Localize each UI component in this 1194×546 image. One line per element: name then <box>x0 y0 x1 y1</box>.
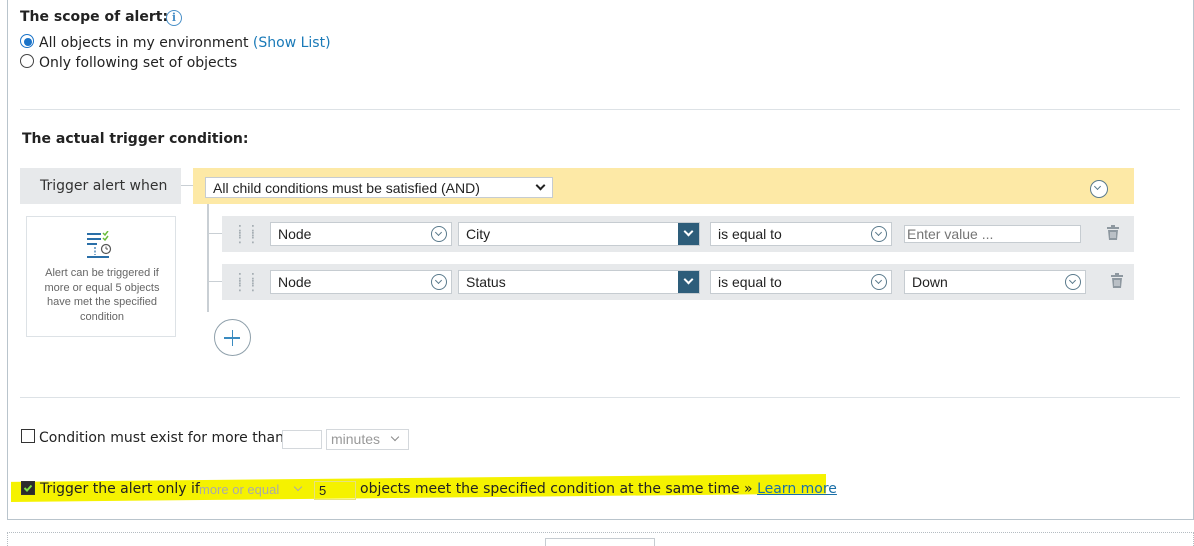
row-connector <box>209 233 222 234</box>
chevron-down-icon <box>431 226 447 242</box>
duration-unit-select[interactable]: minutes <box>326 429 409 450</box>
chevron-down-icon <box>1065 274 1081 290</box>
trigger-when-label: Trigger alert when <box>40 178 168 194</box>
radio-all-objects-label-group: All objects in my environment (Show List… <box>39 35 331 51</box>
tree-line <box>207 204 209 312</box>
operator-select[interactable]: is equal to <box>710 270 892 294</box>
field-select-value: City <box>466 226 491 242</box>
chevron-down-icon <box>390 432 400 442</box>
count-suffix: objects meet the specified condition at … <box>360 481 753 497</box>
divider <box>20 397 1180 398</box>
trigger-info-text: Alert can be triggered if more or equal … <box>44 267 160 323</box>
divider <box>20 109 1180 110</box>
condition-group-header: All child conditions must be satisfied (… <box>193 168 1134 204</box>
count-value-input[interactable]: 5 <box>314 481 356 500</box>
condition-row: ⋮⋮ ⋮⋮ Node Status is equal to Down <box>222 264 1134 300</box>
chevron-down-icon <box>678 223 699 245</box>
duration-unit-value: minutes <box>331 431 381 447</box>
radio-all-objects-label: All objects in my environment <box>39 35 249 51</box>
duration-checkbox[interactable] <box>21 429 35 443</box>
entity-select-value: Node <box>278 226 312 242</box>
value-select-value: Down <box>912 274 948 290</box>
collapse-group-icon[interactable] <box>1090 180 1108 198</box>
entity-select-value: Node <box>278 274 312 290</box>
field-select[interactable]: City <box>458 222 700 246</box>
field-select-value: Status <box>466 274 506 290</box>
duration-label: Condition must exist for more than <box>39 430 285 446</box>
partial-button[interactable] <box>545 538 655 546</box>
radio-all-objects[interactable] <box>20 34 34 48</box>
drag-handle-icon[interactable]: ⋮⋮ ⋮⋮ <box>233 272 260 293</box>
entity-select[interactable]: Node <box>270 222 452 246</box>
count-comparator-select[interactable]: more or equal <box>195 481 313 500</box>
operator-select-value: is equal to <box>718 274 782 290</box>
group-logic-select-value: All child conditions must be satisfied (… <box>213 180 480 196</box>
chevron-down-icon <box>431 274 447 290</box>
trash-icon[interactable] <box>1108 273 1126 293</box>
add-condition-button[interactable] <box>214 319 251 356</box>
radio-following-objects-label: Only following set of objects <box>39 55 238 71</box>
chevron-down-icon <box>871 274 887 290</box>
value-select[interactable]: Down <box>904 270 1086 294</box>
operator-select-value: is equal to <box>718 226 782 242</box>
value-input[interactable] <box>904 225 1081 243</box>
trigger-info-box: Alert can be triggered if more or equal … <box>26 216 176 337</box>
operator-select[interactable]: is equal to <box>710 222 892 246</box>
trigger-title: The actual trigger condition: <box>22 131 249 147</box>
show-list-link[interactable]: (Show List) <box>253 35 331 51</box>
scope-title: The scope of alert: <box>20 9 169 25</box>
field-select[interactable]: Status <box>458 270 700 294</box>
chevron-down-icon <box>535 180 546 191</box>
radio-following-objects[interactable] <box>20 54 34 68</box>
condition-row: ⋮⋮ ⋮⋮ Node City is equal to <box>222 216 1134 252</box>
trash-icon[interactable] <box>1104 225 1122 245</box>
info-icon[interactable]: i <box>166 10 182 26</box>
row-connector <box>209 281 222 282</box>
group-logic-select[interactable]: All child conditions must be satisfied (… <box>205 177 553 198</box>
connector-line <box>181 185 193 186</box>
count-label: Trigger the alert only if <box>40 481 200 497</box>
drag-handle-icon[interactable]: ⋮⋮ ⋮⋮ <box>233 224 260 245</box>
trigger-when-label-box: Trigger alert when <box>20 168 181 204</box>
entity-select[interactable]: Node <box>270 270 452 294</box>
count-checkbox[interactable] <box>21 481 35 495</box>
list-check-icon <box>86 230 118 258</box>
count-suffix-group: objects meet the specified condition at … <box>360 481 837 497</box>
duration-input[interactable] <box>282 430 322 449</box>
count-comparator-value: more or equal <box>199 482 280 497</box>
chevron-down-icon <box>678 271 699 293</box>
chevron-down-icon <box>871 226 887 242</box>
chevron-down-icon <box>293 482 303 492</box>
learn-more-link[interactable]: Learn more <box>757 481 837 497</box>
plus-icon-vertical <box>231 329 233 346</box>
